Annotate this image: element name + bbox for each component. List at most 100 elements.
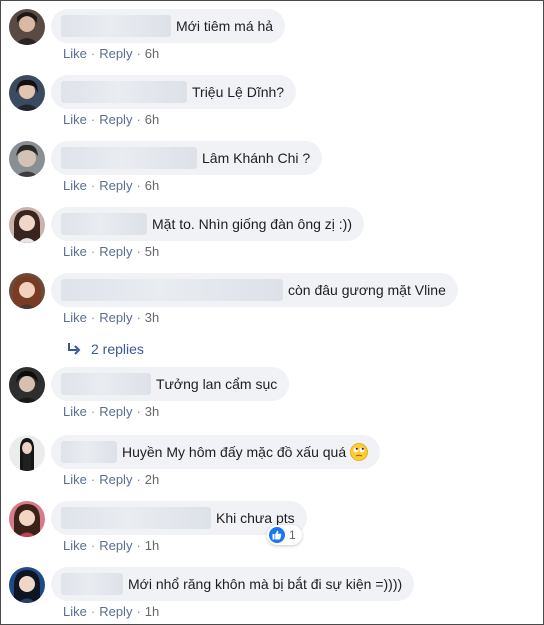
user-avatar-icon (9, 207, 45, 243)
comment-bubble: Mặt to. Nhìn giống đàn ông zị :)) (51, 207, 364, 241)
user-avatar-icon (9, 9, 45, 45)
comment-time[interactable]: 6h (145, 46, 159, 61)
like-link[interactable]: Like (63, 310, 87, 325)
separator: · (136, 244, 141, 259)
comment-actions: Like · Reply · 6h (63, 46, 159, 61)
comment-time[interactable]: 1h (145, 604, 159, 619)
comment-actions: Like · Reply · 3h (63, 310, 159, 325)
comment-time[interactable]: 2h (145, 472, 159, 487)
like-link[interactable]: Like (63, 178, 87, 193)
separator: · (136, 112, 141, 127)
redacted-username[interactable] (61, 507, 211, 529)
like-link[interactable]: Like (63, 604, 87, 619)
separator: · (136, 310, 141, 325)
comment-bubble: còn đâu gương mặt Vline (51, 273, 458, 307)
separator: · (90, 178, 96, 193)
comment-actions: Like · Reply · 2h (63, 472, 159, 487)
comment-text: Mặt to. Nhìn giống đàn ông zị :)) (152, 216, 352, 232)
user-avatar-icon (9, 75, 45, 111)
separator: · (136, 538, 141, 553)
avatar[interactable] (9, 75, 45, 111)
separator: · (90, 244, 96, 259)
comment-bubble: Mới tiêm má hả (51, 9, 286, 43)
separator: · (90, 472, 96, 487)
like-link[interactable]: Like (63, 404, 87, 419)
comment-text: Mới nhổ răng khôn mà bị bắt đi sự kiện =… (128, 576, 403, 592)
redacted-username[interactable] (61, 279, 283, 301)
reply-link[interactable]: Reply (99, 178, 132, 193)
reply-link[interactable]: Reply (99, 604, 132, 619)
comment-bubble: Triệu Lệ Dĩnh? (51, 75, 297, 109)
avatar[interactable] (9, 273, 45, 309)
avatar[interactable] (9, 9, 45, 45)
avatar[interactable] (9, 501, 45, 537)
reply-link[interactable]: Reply (99, 310, 132, 325)
comment-bubble: Mới nhổ răng khôn mà bị bắt đi sự kiện =… (51, 567, 415, 601)
user-avatar-icon (9, 367, 45, 403)
comment-time[interactable]: 6h (145, 178, 159, 193)
separator: · (90, 604, 96, 619)
reply-link[interactable]: Reply (99, 112, 132, 127)
redacted-username[interactable] (61, 147, 197, 169)
redacted-username[interactable] (61, 441, 117, 463)
separator: · (90, 112, 96, 127)
comment-time[interactable]: 6h (145, 112, 159, 127)
comment-text: Triệu Lệ Dĩnh? (192, 84, 285, 100)
reply-link[interactable]: Reply (99, 538, 132, 553)
avatar[interactable] (9, 435, 45, 471)
like-link[interactable]: Like (63, 46, 87, 61)
separator: · (136, 472, 141, 487)
separator: · (136, 178, 141, 193)
redacted-username[interactable] (61, 373, 151, 395)
eye-roll-emoji-icon (350, 443, 369, 461)
reply-link[interactable]: Reply (99, 404, 132, 419)
user-avatar-icon (9, 501, 45, 537)
comment-time[interactable]: 3h (145, 310, 159, 325)
separator: · (136, 404, 141, 419)
reaction-count: 1 (289, 528, 296, 542)
separator: · (136, 46, 141, 61)
redacted-username[interactable] (61, 213, 147, 235)
comment-time[interactable]: 3h (145, 404, 159, 419)
separator: · (90, 310, 96, 325)
redacted-username[interactable] (61, 573, 123, 595)
comment-time[interactable]: 1h (145, 538, 159, 553)
like-reaction-icon (269, 527, 285, 543)
comment-actions: Like · Reply · 1h (63, 604, 159, 619)
redacted-username[interactable] (61, 81, 187, 103)
reply-arrow-icon (67, 343, 81, 355)
like-link[interactable]: Like (63, 244, 87, 259)
user-avatar-icon (9, 435, 45, 471)
like-link[interactable]: Like (63, 112, 87, 127)
reply-link[interactable]: Reply (99, 472, 132, 487)
like-link[interactable]: Like (63, 472, 87, 487)
comment-actions: Like · Reply · 3h (63, 404, 159, 419)
comments-panel: Mới tiêm má hả Like · Reply · 6h Triệu Lệ Dĩ… (0, 0, 544, 625)
reply-link[interactable]: Reply (99, 46, 132, 61)
user-avatar-icon (9, 273, 45, 309)
comment-actions: Like · Reply · 6h (63, 178, 159, 193)
reply-link[interactable]: Reply (99, 244, 132, 259)
comment-actions: Like · Reply · 1h (63, 538, 159, 553)
reaction-summary[interactable]: 1 (267, 525, 302, 545)
comment-text: Tưởng lan cẩm sục (156, 376, 278, 392)
comment-time[interactable]: 5h (145, 244, 159, 259)
comment-bubble: Tưởng lan cẩm sục (51, 367, 290, 401)
avatar[interactable] (9, 141, 45, 177)
comment-text: Mới tiêm má hả (176, 18, 274, 34)
separator: · (90, 538, 96, 553)
comment-bubble: Lâm Khánh Chi ? (51, 141, 323, 175)
like-link[interactable]: Like (63, 538, 87, 553)
comment-text: Khi chưa pts (216, 510, 295, 526)
separator: · (136, 604, 141, 619)
avatar[interactable] (9, 367, 45, 403)
comment-actions: Like · Reply · 5h (63, 244, 159, 259)
comment-actions: Like · Reply · 6h (63, 112, 159, 127)
avatar[interactable] (9, 207, 45, 243)
redacted-username[interactable] (61, 15, 171, 37)
comment-bubble: Huyền My hôm đấy mặc đồ xấu quá (51, 435, 381, 469)
separator: · (90, 46, 96, 61)
avatar[interactable] (9, 567, 45, 603)
view-replies-link[interactable]: 2 replies (67, 341, 144, 357)
comment-text: Huyền My hôm đấy mặc đồ xấu quá (122, 444, 347, 460)
